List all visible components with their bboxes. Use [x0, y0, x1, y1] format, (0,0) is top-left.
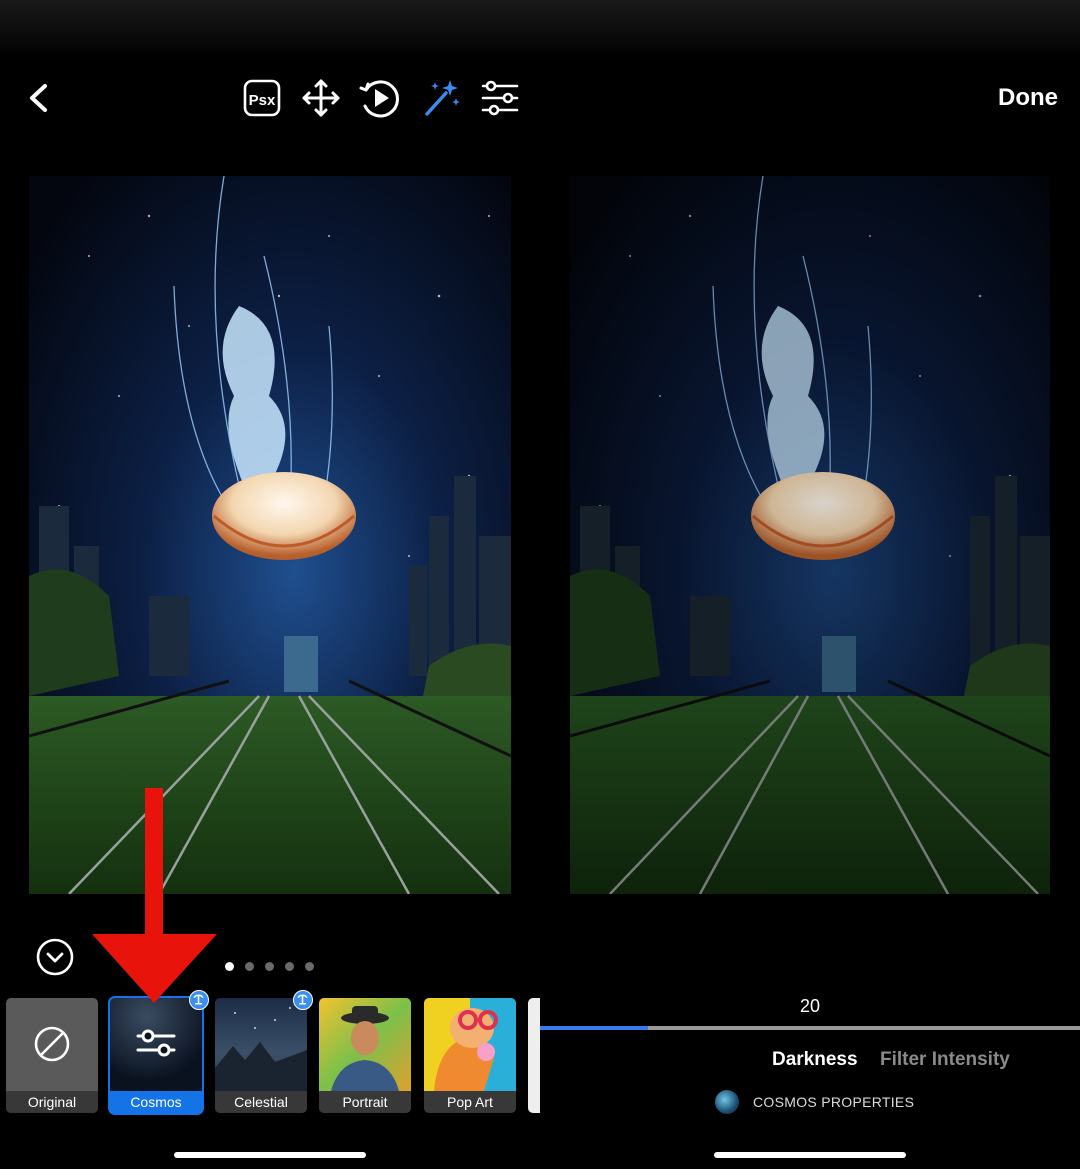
filter-label: Celestial: [215, 1091, 307, 1113]
animate-icon: [359, 80, 399, 118]
collapse-panel-button[interactable]: [35, 937, 75, 977]
chevron-left-icon: [30, 84, 47, 112]
move-button[interactable]: [301, 76, 345, 120]
psx-icon: Psx: [243, 79, 281, 117]
pop-art-thumbnail: [434, 1008, 498, 1091]
filter-celestial[interactable]: Celestial: [215, 998, 307, 1113]
filter-cosmos[interactable]: Cosmos: [108, 996, 204, 1115]
filter-original[interactable]: Original: [6, 998, 98, 1113]
premium-badge-icon: [293, 990, 313, 1010]
home-indicator: [174, 1152, 366, 1158]
psx-label: Psx: [249, 92, 276, 109]
filter-label: Pop Art: [424, 1091, 516, 1113]
filter-thumbnail: [215, 998, 307, 1091]
page-dot[interactable]: [225, 962, 234, 971]
cosmos-thumbnail-icon: [715, 1090, 739, 1114]
chevron-down-circle-icon: [36, 938, 74, 976]
properties-label: COSMOS PROPERTIES: [753, 1094, 915, 1110]
slider-fill: [540, 1026, 648, 1030]
filter-label: Portrait: [319, 1091, 411, 1113]
filter-portrait[interactable]: Portrait: [319, 998, 411, 1113]
jellyfish-scene-image: [570, 176, 1050, 894]
filter-label: Cosmos: [110, 1091, 202, 1113]
jellyfish-scene-image: [29, 176, 511, 894]
no-filter-icon: [34, 1026, 70, 1062]
annotation-arrow-icon: [92, 788, 217, 1003]
darkness-slider[interactable]: [540, 1026, 1080, 1030]
filter-label: Original: [6, 1091, 98, 1113]
page-dot[interactable]: [265, 962, 274, 971]
filter-thumbnail: [319, 998, 411, 1091]
status-bar-area: [0, 0, 1080, 60]
done-button[interactable]: Done: [998, 84, 1058, 112]
toolbar: Psx: [238, 76, 528, 122]
page-dot[interactable]: [245, 962, 254, 971]
tab-darkness[interactable]: Darkness: [772, 1049, 858, 1071]
filter-next-peek[interactable]: [528, 998, 540, 1113]
filter-thumbnail: [6, 998, 98, 1091]
tab-filter-intensity[interactable]: Filter Intensity: [880, 1049, 1010, 1071]
animate-button[interactable]: [358, 76, 402, 120]
home-indicator: [714, 1152, 906, 1158]
adjustments-icon: [136, 1029, 176, 1057]
photo-preview-before[interactable]: [29, 176, 511, 894]
night-sky-thumbnail: [215, 1007, 307, 1091]
slider-value: 20: [799, 996, 821, 1016]
magic-wand-icon: [425, 80, 460, 116]
psx-button[interactable]: Psx: [242, 76, 286, 120]
page-dot[interactable]: [305, 962, 314, 971]
adjustments-icon: [481, 80, 519, 116]
filter-pop-art[interactable]: Pop Art: [424, 998, 516, 1113]
photo-preview-after[interactable]: [570, 176, 1050, 894]
move-icon: [302, 79, 340, 117]
filter-thumbnail: [424, 998, 516, 1091]
filter-thumbnail: [110, 998, 202, 1091]
portrait-thumbnail: [331, 1006, 399, 1091]
palm-tree-icon: [297, 994, 308, 1005]
magic-wand-button[interactable]: [419, 76, 463, 120]
page-dot[interactable]: [285, 962, 294, 971]
back-button[interactable]: [22, 78, 58, 118]
adjustments-button[interactable]: [479, 76, 523, 120]
